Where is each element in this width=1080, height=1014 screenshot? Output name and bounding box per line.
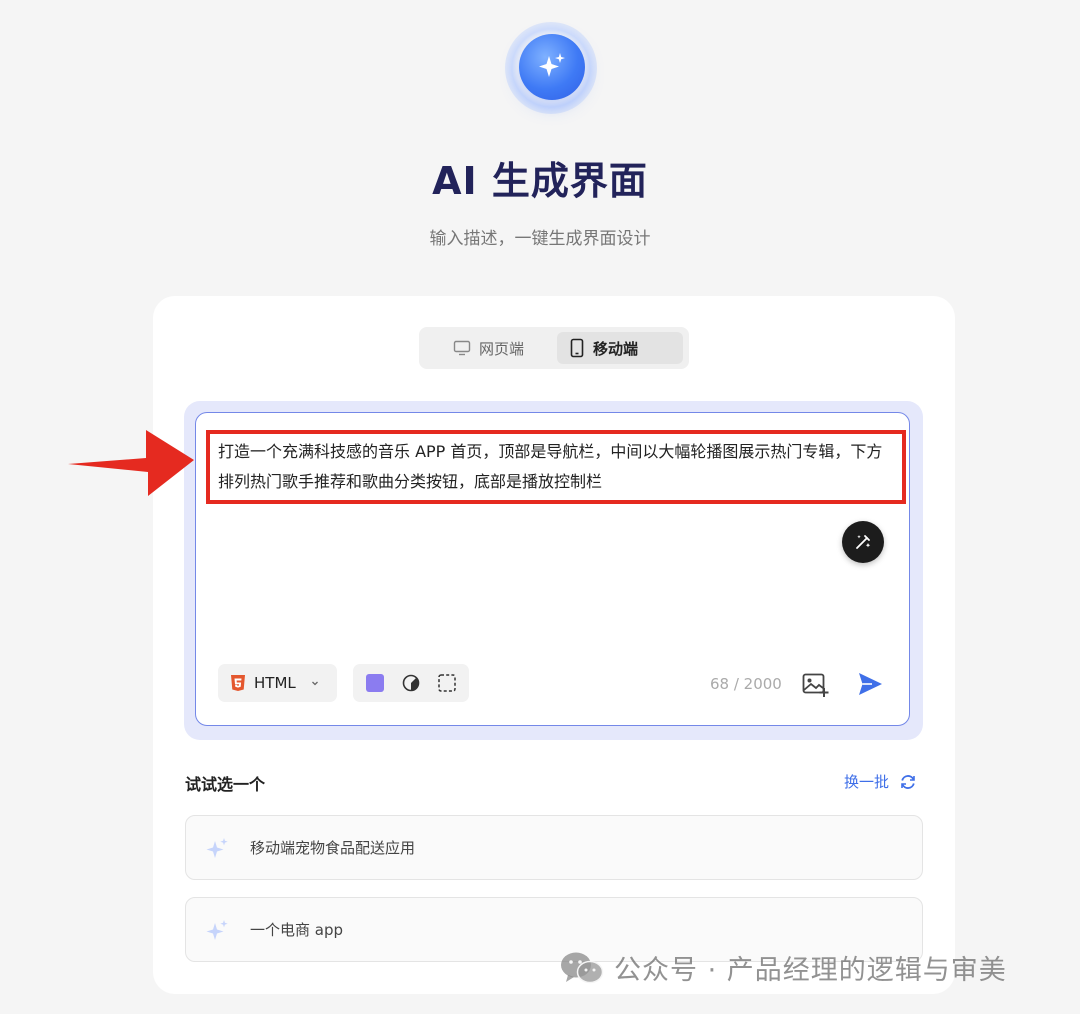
magic-enhance-button[interactable] (842, 521, 884, 563)
refresh-label: 换一批 (844, 773, 890, 791)
tab-mobile-label: 移动端 (593, 339, 639, 358)
tab-mobile[interactable]: 移动端 (557, 332, 683, 364)
tab-web[interactable]: 网页端 (441, 332, 551, 364)
page-subtitle: 输入描述，一键生成界面设计 (429, 229, 651, 249)
image-add-icon (802, 673, 829, 697)
phone-icon (570, 338, 584, 358)
page-title: AI 生成界面 (432, 159, 648, 203)
wechat-icon (561, 952, 604, 983)
magic-wand-icon (856, 535, 871, 549)
sparkle-icon (539, 53, 565, 77)
monitor-icon (453, 340, 471, 356)
send-icon (859, 673, 882, 695)
send-button[interactable] (856, 670, 884, 702)
suggestion-label: 一个电商 app (250, 921, 344, 939)
style-tools (353, 664, 469, 702)
prompt-text[interactable]: 打造一个充满科技感的音乐 APP 首页，顶部是导航栏，中间以大幅轮播图展示热门专… (218, 437, 898, 497)
theme-button[interactable] (401, 673, 421, 693)
contrast-icon (402, 674, 420, 692)
refresh-suggestions-button[interactable]: 换一批 (844, 771, 917, 792)
sparkle-icon (206, 838, 228, 858)
add-image-button[interactable] (802, 672, 830, 702)
refresh-icon (901, 774, 915, 789)
chevron-down-icon (311, 681, 318, 686)
suggestion-label: 移动端宠物食品配送应用 (250, 839, 416, 857)
watermark-text: 公众号 · 产品经理的逻辑与审美 (614, 955, 1007, 986)
ai-logo-orb (505, 22, 597, 114)
tab-web-label: 网页端 (479, 339, 525, 358)
sparkle-icon (206, 920, 228, 940)
layout-button[interactable] (437, 673, 457, 693)
html5-icon (231, 675, 245, 691)
language-select[interactable]: HTML (218, 664, 337, 702)
watermark: 公众号 · 产品经理的逻辑与审美 (560, 948, 1007, 987)
color-swatch-icon (366, 674, 384, 692)
language-label: HTML (254, 674, 296, 692)
suggestion-item[interactable]: 移动端宠物食品配送应用 (185, 815, 923, 880)
char-count: 68 / 2000 (710, 675, 782, 693)
dashed-frame-icon (438, 674, 456, 692)
platform-toggle: 网页端 移动端 (419, 327, 689, 369)
color-swatch-button[interactable] (365, 673, 385, 693)
red-arrow-annotation (68, 430, 194, 496)
suggestions-title: 试试选一个 (185, 775, 266, 794)
